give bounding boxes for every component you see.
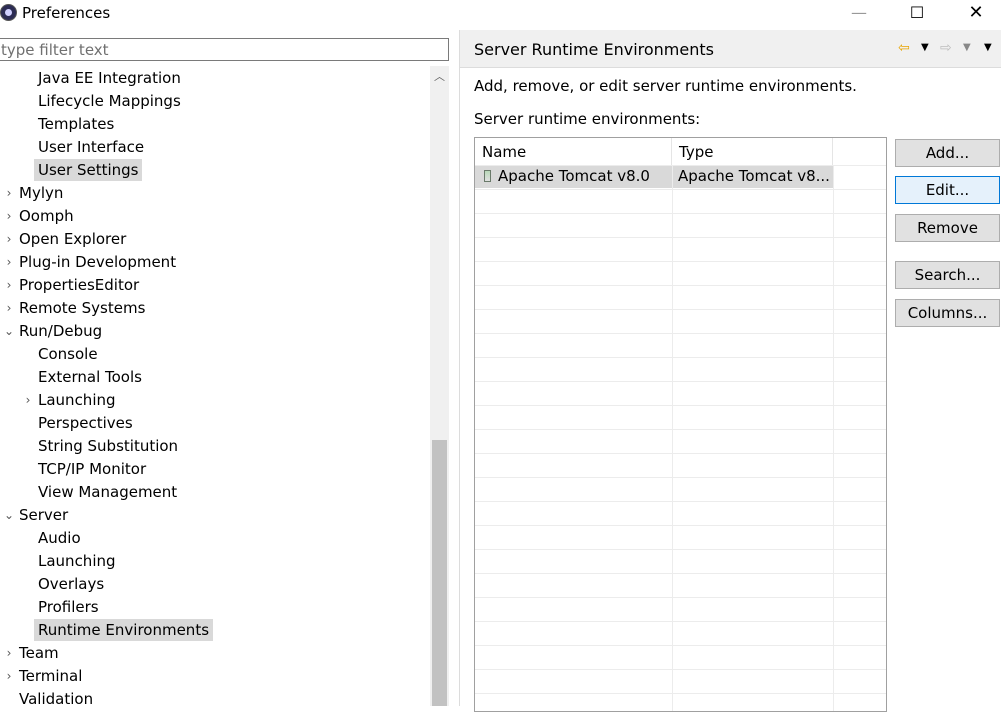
table-row-gridline: [475, 573, 886, 574]
table-row-gridline: [475, 357, 886, 358]
tree-item[interactable]: View Management: [38, 481, 177, 503]
table-row-gridline: [475, 405, 886, 406]
tree-scrollbar[interactable]: ︿: [430, 66, 449, 706]
table-row-gridline: [475, 453, 886, 454]
table-row-gridline: [475, 309, 886, 310]
pane-divider[interactable]: [459, 30, 460, 706]
table-row-gridline: [475, 381, 886, 382]
table-row-gridline: [475, 285, 886, 286]
table-row-gridline: [475, 429, 886, 430]
table-cell-type[interactable]: Apache Tomcat v8...: [678, 165, 830, 188]
table-row-gridline: [475, 621, 886, 622]
tree-item[interactable]: TCP/IP Monitor: [38, 458, 146, 480]
tree-item[interactable]: Oomph: [19, 205, 74, 227]
tree-expand-chevron-icon[interactable]: ›: [4, 642, 14, 664]
table-row-gridline: [475, 261, 886, 262]
tree-item[interactable]: Console: [38, 343, 98, 365]
column-header-name[interactable]: Name: [475, 138, 672, 165]
table-row-gridline: [475, 645, 886, 646]
tree-item[interactable]: Launching: [38, 550, 116, 572]
table-row-gridline: [475, 549, 886, 550]
tree-collapse-chevron-icon[interactable]: ⌄: [4, 320, 14, 342]
window-title: Preferences: [22, 4, 111, 22]
minimize-button[interactable]: —: [836, 0, 882, 28]
back-arrow-icon[interactable]: ⇦: [898, 39, 910, 57]
filter-field[interactable]: [0, 38, 450, 61]
tree-item[interactable]: External Tools: [38, 366, 142, 388]
table-column-gridline: [833, 165, 834, 711]
page-title: Server Runtime Environments: [474, 40, 714, 59]
runtime-environments-table[interactable]: Name Type Apache Tomcat v8.0 Apache Tomc…: [474, 137, 887, 712]
search-button[interactable]: Search...: [895, 261, 1000, 289]
table-cell-name[interactable]: Apache Tomcat v8.0: [498, 165, 670, 188]
table-column-gridline: [672, 165, 673, 711]
tree-item[interactable]: Templates: [38, 113, 114, 135]
page-header: Server Runtime Environments ⇦ ▼ ⇨ ▼ ▼: [460, 30, 1001, 68]
tree-item[interactable]: Lifecycle Mappings: [38, 90, 181, 112]
tree-collapse-chevron-icon[interactable]: ⌄: [4, 504, 14, 526]
tree-item[interactable]: Remote Systems: [19, 297, 145, 319]
tree-expand-chevron-icon[interactable]: ›: [4, 665, 14, 687]
table-row-gridline: [475, 669, 886, 670]
tree-item[interactable]: Perspectives: [38, 412, 133, 434]
table-row-gridline: [475, 165, 886, 166]
scroll-thumb[interactable]: [432, 440, 447, 706]
tree-expand-chevron-icon[interactable]: ›: [4, 251, 14, 273]
edit-button[interactable]: Edit...: [895, 176, 1000, 204]
columns-button[interactable]: Columns...: [895, 299, 1000, 327]
eclipse-app-icon: [0, 4, 17, 21]
view-menu-chevron-icon[interactable]: ▼: [984, 39, 992, 57]
remove-button[interactable]: Remove: [895, 214, 1000, 242]
close-button[interactable]: ✕: [953, 0, 999, 28]
tree-expand-chevron-icon[interactable]: ›: [4, 274, 14, 296]
tree-expand-chevron-icon[interactable]: ›: [4, 228, 14, 250]
tree-item[interactable]: Plug-in Development: [19, 251, 176, 273]
tree-item[interactable]: User Settings: [34, 159, 143, 181]
tree-item[interactable]: Open Explorer: [19, 228, 126, 250]
server-runtime-icon: [484, 170, 491, 182]
tree-item[interactable]: Server: [19, 504, 68, 526]
tree-expand-chevron-icon[interactable]: ›: [4, 182, 14, 204]
table-row-gridline: [475, 477, 886, 478]
add-button[interactable]: Add...: [895, 139, 1000, 167]
table-row-gridline: [475, 525, 886, 526]
title-bar: Preferences — ☐ ✕: [0, 0, 1001, 28]
forward-menu-chevron-icon[interactable]: ▼: [963, 39, 971, 57]
tree-item[interactable]: Team: [19, 642, 59, 664]
back-menu-chevron-icon[interactable]: ▼: [921, 39, 929, 57]
tree-item[interactable]: User Interface: [38, 136, 144, 158]
tree-item[interactable]: Validation: [19, 688, 93, 706]
tree-expand-chevron-icon[interactable]: ›: [4, 297, 14, 319]
table-row-gridline: [475, 693, 886, 694]
tree-expand-chevron-icon[interactable]: ›: [4, 205, 14, 227]
table-row-gridline: [475, 597, 886, 598]
tree-item[interactable]: Runtime Environments: [34, 619, 214, 641]
filter-input[interactable]: [0, 39, 450, 60]
tree-expand-chevron-icon[interactable]: ›: [23, 389, 33, 411]
tree-item[interactable]: Java EE Integration: [38, 67, 181, 89]
column-header-type[interactable]: Type: [672, 138, 833, 165]
scroll-up-arrow-icon[interactable]: ︿: [430, 66, 449, 88]
page-description: Add, remove, or edit server runtime envi…: [474, 77, 857, 95]
tree-item[interactable]: Audio: [38, 527, 81, 549]
tree-item[interactable]: Terminal: [19, 665, 82, 687]
tree-item[interactable]: Overlays: [38, 573, 104, 595]
tree-item[interactable]: Profilers: [38, 596, 99, 618]
tree-item[interactable]: Launching: [38, 389, 116, 411]
environments-list-label: Server runtime environments:: [474, 110, 701, 128]
preferences-tree: Java EE Integration Lifecycle Mappings Tem…: [0, 66, 430, 706]
maximize-button[interactable]: ☐: [894, 0, 940, 28]
tree-item[interactable]: String Substitution: [38, 435, 178, 457]
table-row-gridline: [475, 213, 886, 214]
tree-item[interactable]: Run/Debug: [19, 320, 102, 342]
forward-arrow-icon[interactable]: ⇨: [940, 39, 952, 57]
table-row-gridline: [475, 333, 886, 334]
table-row-gridline: [475, 189, 886, 190]
table-row-gridline: [475, 237, 886, 238]
tree-item[interactable]: Mylyn: [19, 182, 63, 204]
table-row-gridline: [475, 501, 886, 502]
tree-item[interactable]: PropertiesEditor: [19, 274, 139, 296]
